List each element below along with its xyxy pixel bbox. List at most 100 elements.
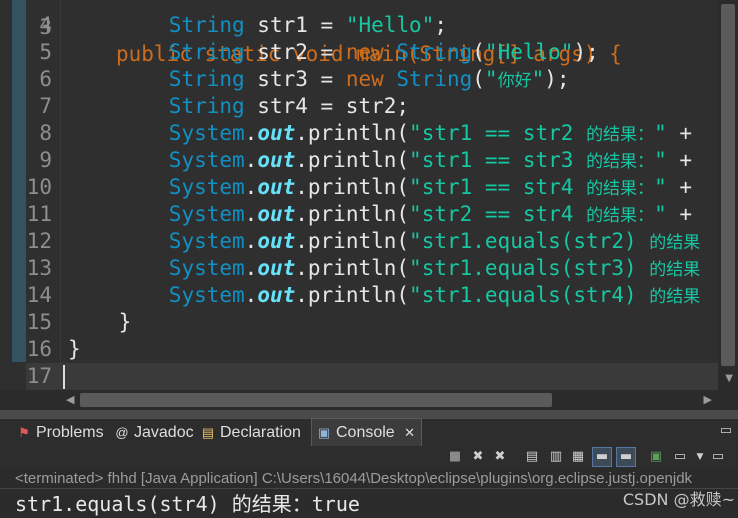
token-dot: . [244, 148, 258, 172]
token-e: + [666, 175, 693, 199]
pin-console-icon[interactable]: ▣ [646, 447, 666, 467]
horizontal-scroll-thumb[interactable] [80, 393, 552, 407]
token-s: "str1 == str2 [409, 121, 587, 145]
token-t: String [168, 67, 245, 91]
token-s: "str1 == str4 [409, 175, 587, 199]
line-number: 10 [26, 175, 52, 199]
open-console-icon[interactable]: ▭ [708, 447, 728, 467]
token-s: "str1 == str3 [409, 148, 587, 172]
token-out: out [257, 229, 296, 253]
display-console-icon[interactable]: ▭ [670, 447, 690, 467]
token-s: "Hello" [345, 13, 435, 37]
tab-console[interactable]: ▣ Console ✕ [311, 418, 423, 447]
token-dot: . [244, 175, 258, 199]
clear-console-icon[interactable]: ▤ [522, 447, 542, 467]
code-text: String str4 = str2; [169, 93, 409, 120]
token-e: + [666, 121, 693, 145]
chevron-down-icon[interactable]: ▼ [690, 447, 710, 467]
token-sys: System [168, 148, 245, 172]
vertical-scroll-thumb[interactable] [721, 4, 735, 366]
token-cjk: 的结果： [586, 179, 655, 199]
token-e: ); [544, 67, 570, 91]
code-line: 12 System.out.println("str1.equals(str2) … [0, 228, 718, 255]
token-pr: .println( [295, 229, 410, 253]
token-v: } [68, 337, 81, 361]
terminate-icon[interactable]: ■ [445, 447, 465, 467]
token-out: out [257, 256, 296, 280]
token-s: " [484, 67, 498, 91]
token-s: "str2 == str4 [409, 202, 587, 226]
token-v: str3 = [244, 67, 346, 91]
token-cjk: 的结果： [586, 125, 655, 145]
token-sys: System [168, 256, 245, 280]
vertical-scrollbar[interactable]: ▼ [718, 0, 738, 390]
maximize-icon[interactable]: ▭ [720, 423, 732, 438]
token-pr: .println( [295, 121, 410, 145]
token-dot: . [244, 283, 258, 307]
tab-javadoc[interactable]: @ Javadoc [114, 419, 193, 447]
horizontal-scrollbar[interactable]: ◀ ▶ [60, 390, 718, 410]
line-number: 6 [39, 67, 52, 91]
token-s: "str1.equals(str2) [409, 229, 650, 253]
scroll-right-arrow-icon[interactable]: ▶ [704, 393, 712, 406]
remove-all-launches-icon[interactable]: ✖ [490, 447, 510, 467]
code-line: 11 System.out.println("str2 == str4 的结果："… [0, 201, 718, 228]
tab-label: Declaration [220, 424, 301, 441]
token-out: out [257, 202, 296, 226]
line-number: 9 [39, 148, 52, 172]
code-line: 17 [0, 363, 718, 390]
token-dot: . [244, 202, 258, 226]
token-s2: " [654, 148, 667, 172]
scroll-down-arrow-icon[interactable]: ▼ [725, 373, 733, 384]
word-wrap-icon[interactable]: ▦ [568, 447, 588, 467]
scroll-lock-icon[interactable]: ▥ [546, 447, 566, 467]
console-toolbar: ■ ✖ ✖ ▤ ▥ ▦ ▬ ▬ ▣ ▭ ▼ ▭ [0, 446, 738, 468]
line-number: 15 [26, 310, 52, 334]
watermark: CSDN @救赎~ [622, 490, 735, 509]
tab-label: Console [336, 424, 395, 441]
code-line: 10 System.out.println("str1 == str4 的结果："… [0, 174, 718, 201]
line-number: 12 [26, 229, 52, 253]
token-p: ( [472, 67, 485, 91]
code-text: String str1 = "Hello"; [169, 12, 447, 39]
token-cjk: 的结果 [649, 233, 701, 253]
token-p: ( [472, 40, 485, 64]
token-out: out [257, 121, 296, 145]
token-t: String [168, 40, 245, 64]
token-s2: " [654, 175, 667, 199]
token-t2: String [383, 40, 473, 64]
line-number: 16 [26, 337, 52, 361]
code-line: 5 String str2 = new String("Hello"); [0, 39, 718, 66]
code-line: 15 } [0, 309, 718, 336]
code-text: String str2 = new String("Hello"); [169, 39, 599, 66]
close-icon[interactable]: ✕ [404, 425, 415, 440]
token-out: out [257, 148, 296, 172]
token-k: new [345, 67, 384, 91]
sash[interactable] [0, 410, 738, 418]
code-text: System.out.println("str1.equals(str2) 的结… [169, 228, 700, 257]
remove-launch-icon[interactable]: ✖ [468, 447, 488, 467]
token-pr: .println( [295, 175, 410, 199]
token-v: } [68, 310, 132, 334]
token-pr: .println( [295, 283, 410, 307]
code-text: } [68, 336, 81, 363]
output-line: str1.equals(str4) 的结果：true [15, 492, 360, 516]
token-dot: . [244, 256, 258, 280]
show-on-error-icon[interactable]: ▬ [616, 447, 636, 467]
code-editor[interactable]: 3 public static void main(String[] args)… [0, 0, 738, 390]
scroll-left-arrow-icon[interactable]: ◀ [66, 393, 74, 406]
code-text: System.out.println("str1.equals(str4) 的结… [169, 282, 700, 311]
token-t2: String [383, 67, 473, 91]
line-number: 13 [26, 256, 52, 280]
declaration-icon: ▤ [201, 425, 215, 440]
token-k: new [345, 40, 384, 64]
show-on-output-icon[interactable]: ▬ [592, 447, 612, 467]
token-pr: .println( [295, 148, 410, 172]
tab-problems[interactable]: ⚑ Problems [16, 419, 103, 447]
tab-declaration[interactable]: ▤ Declaration [200, 419, 301, 447]
token-v: str4 = str2; [244, 94, 410, 118]
token-e: ); [573, 40, 599, 64]
token-dot: . [244, 229, 258, 253]
token-e: + [666, 202, 693, 226]
code-text: System.out.println("str1 == str4 的结果：" + [169, 174, 692, 203]
